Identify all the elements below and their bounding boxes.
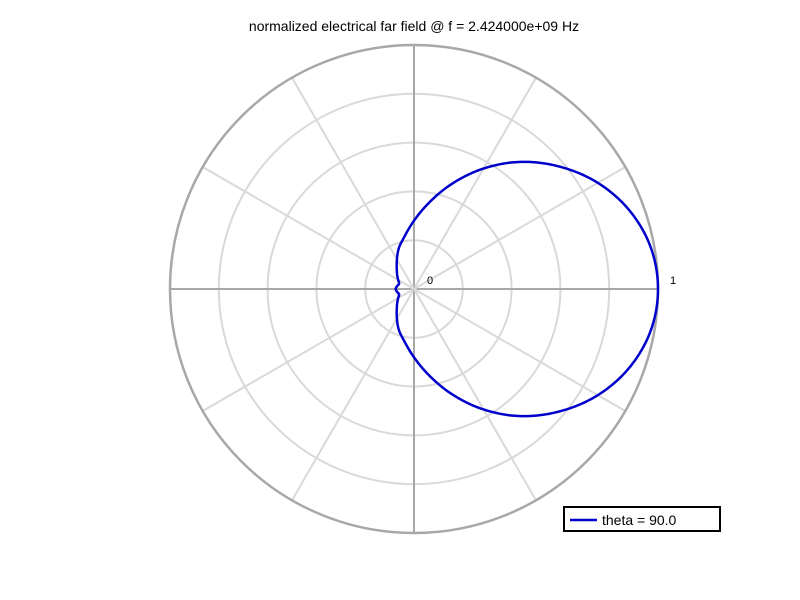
legend: theta = 90.0 (563, 506, 721, 532)
polar-chart: normalized electrical far field @ f = 2.… (168, 18, 721, 535)
radial-label-max: 1 (670, 275, 676, 287)
legend-entry-label: theta = 90.0 (602, 512, 677, 528)
chart-title: normalized electrical far field @ f = 2.… (249, 18, 579, 34)
polar-grid (168, 43, 660, 535)
radial-label-min: 0 (427, 275, 433, 287)
